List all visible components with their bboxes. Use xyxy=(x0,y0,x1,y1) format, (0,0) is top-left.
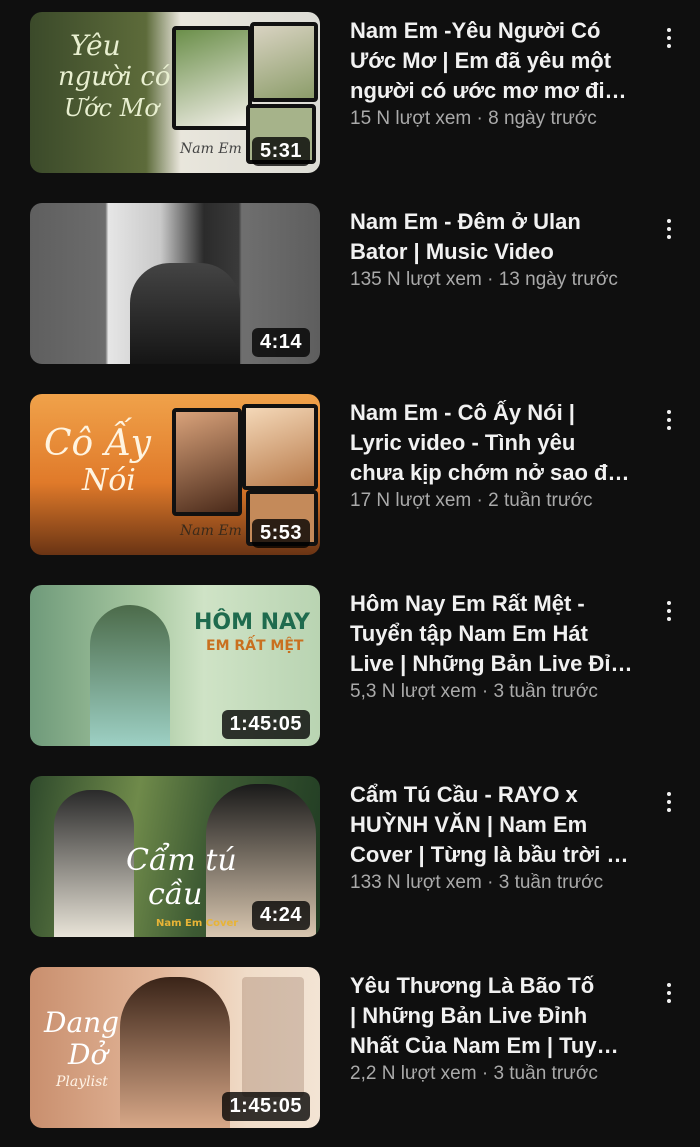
video-meta: 17 N lượt xem · 2 tuần trước xyxy=(350,487,645,515)
meta-separator: · xyxy=(481,681,494,702)
video-duration: 5:53 xyxy=(251,519,310,548)
more-vert-icon[interactable] xyxy=(655,979,683,1007)
video-info[interactable]: Yêu Thương Là Bão Tố | Những Bản Live Đỉ… xyxy=(350,971,645,1088)
video-thumbnail[interactable]: Dang Dở Playlist 1:45:05 xyxy=(30,967,320,1128)
video-duration: 4:14 xyxy=(251,328,310,357)
thumbnail-title: Ước Mơ xyxy=(64,94,159,122)
video-title[interactable]: Nam Em - Cô Ấy Nói | Lyric video - Tình … xyxy=(350,398,645,488)
video-item[interactable]: 4:14 Nam Em - Đêm ở Ulan Bator | Music V… xyxy=(0,203,700,383)
upload-age: 2 tuần trước xyxy=(488,490,593,511)
video-item[interactable]: Cẩm tú cầu Nam Em Cover 4:24 Cẩm Tú Cầu … xyxy=(0,776,700,956)
video-item[interactable]: HÔM NAY EM RẤT MỆT 1:45:05 Hôm Nay Em Rấ… xyxy=(0,585,700,765)
thumbnail-subtitle: Nam Em Cover xyxy=(156,918,239,929)
thumbnail-signature: Nam Em xyxy=(180,141,242,157)
video-thumbnail[interactable]: 4:14 xyxy=(30,203,320,364)
thumbnail-subtitle: Playlist xyxy=(56,1074,108,1090)
thumbnail-photo xyxy=(90,605,170,746)
thumbnail-title: HÔM NAY xyxy=(194,610,310,635)
thumbnail-photo xyxy=(120,977,230,1128)
video-title[interactable]: Nam Em -Yêu Người Có Ước Mơ | Em đã yêu … xyxy=(350,16,645,106)
video-duration: 1:45:05 xyxy=(221,710,310,739)
thumbnail-title: Dang xyxy=(44,1006,120,1039)
video-thumbnail[interactable]: Cô Ấy Nói Nam Em 5:53 xyxy=(30,394,320,555)
more-vert-icon[interactable] xyxy=(655,215,683,243)
video-meta: 15 N lượt xem · 8 ngày trước xyxy=(350,105,645,133)
thumbnail-signature: Nam Em xyxy=(180,523,242,539)
video-info[interactable]: Nam Em -Yêu Người Có Ước Mơ | Em đã yêu … xyxy=(350,16,645,133)
video-info[interactable]: Nam Em - Đêm ở Ulan Bator | Music Video … xyxy=(350,207,645,294)
view-count: 15 N lượt xem xyxy=(350,108,472,129)
thumbnail-title: EM RẤT MỆT xyxy=(206,638,304,654)
video-title[interactable]: Yêu Thương Là Bão Tố | Những Bản Live Đỉ… xyxy=(350,971,645,1061)
video-thumbnail[interactable]: Yêu người có Ước Mơ Nam Em 5:31 xyxy=(30,12,320,173)
view-count: 2,2 N lượt xem xyxy=(350,1063,477,1084)
more-vert-icon[interactable] xyxy=(655,24,683,52)
view-count: 133 N lượt xem xyxy=(350,872,482,893)
video-title[interactable]: Hôm Nay Em Rất Mệt - Tuyển tập Nam Em Há… xyxy=(350,589,645,679)
meta-separator: · xyxy=(487,872,499,893)
upload-age: 8 ngày trước xyxy=(488,108,597,129)
video-title[interactable]: Nam Em - Đêm ở Ulan Bator | Music Video xyxy=(350,207,645,267)
upload-age: 3 tuần trước xyxy=(493,1063,598,1084)
thumbnail-photo xyxy=(242,404,318,490)
video-duration: 5:31 xyxy=(251,137,310,166)
thumbnail-title: Cô Ấy xyxy=(44,423,151,464)
video-item[interactable]: Yêu người có Ước Mơ Nam Em 5:31 Nam Em -… xyxy=(0,12,700,192)
video-list: Yêu người có Ước Mơ Nam Em 5:31 Nam Em -… xyxy=(0,0,700,1145)
thumbnail-photo xyxy=(172,408,242,516)
thumbnail-photo xyxy=(172,26,252,130)
video-info[interactable]: Cẩm Tú Cầu - RAYO x HUỲNH VĂN | Nam Em C… xyxy=(350,780,645,897)
more-vert-icon[interactable] xyxy=(655,597,683,625)
video-duration: 4:24 xyxy=(251,901,310,930)
video-info[interactable]: Hôm Nay Em Rất Mệt - Tuyển tập Nam Em Há… xyxy=(350,589,645,706)
thumbnail-title: Dở xyxy=(68,1038,108,1071)
upload-age: 13 ngày trước xyxy=(498,269,618,290)
video-title[interactable]: Cẩm Tú Cầu - RAYO x HUỲNH VĂN | Nam Em C… xyxy=(350,780,645,870)
thumbnail-title: cầu xyxy=(148,877,203,912)
video-thumbnail[interactable]: Cẩm tú cầu Nam Em Cover 4:24 xyxy=(30,776,320,937)
video-meta: 5,3 N lượt xem · 3 tuần trước xyxy=(350,678,645,706)
more-vert-icon[interactable] xyxy=(655,406,683,434)
video-item[interactable]: Cô Ấy Nói Nam Em 5:53 Nam Em - Cô Ấy Nói… xyxy=(0,394,700,574)
video-info[interactable]: Nam Em - Cô Ấy Nói | Lyric video - Tình … xyxy=(350,398,645,515)
thumbnail-tracklist xyxy=(242,977,304,1097)
more-vert-icon[interactable] xyxy=(655,788,683,816)
upload-age: 3 tuần trước xyxy=(493,681,598,702)
video-meta: 135 N lượt xem · 13 ngày trước xyxy=(350,266,645,294)
video-meta: 133 N lượt xem · 3 tuần trước xyxy=(350,869,645,897)
meta-separator: · xyxy=(487,269,499,290)
thumbnail-title: người có xyxy=(58,62,171,92)
video-item[interactable]: Dang Dở Playlist 1:45:05 Yêu Thương Là B… xyxy=(0,967,700,1147)
view-count: 135 N lượt xem xyxy=(350,269,482,290)
video-duration: 1:45:05 xyxy=(221,1092,310,1121)
thumbnail-photo xyxy=(130,263,240,364)
meta-separator: · xyxy=(481,1063,494,1084)
video-meta: 2,2 N lượt xem · 3 tuần trước xyxy=(350,1060,645,1088)
thumbnail-photo xyxy=(250,22,318,102)
upload-age: 3 tuần trước xyxy=(498,872,604,893)
thumbnail-photo xyxy=(54,790,134,937)
view-count: 17 N lượt xem xyxy=(350,490,472,511)
thumbnail-title: Nói xyxy=(82,463,136,498)
meta-separator: · xyxy=(476,108,489,129)
thumbnail-title: Yêu xyxy=(70,29,121,62)
meta-separator: · xyxy=(476,490,489,511)
view-count: 5,3 N lượt xem xyxy=(350,681,477,702)
thumbnail-title: Cẩm tú xyxy=(126,843,237,878)
video-thumbnail[interactable]: HÔM NAY EM RẤT MỆT 1:45:05 xyxy=(30,585,320,746)
